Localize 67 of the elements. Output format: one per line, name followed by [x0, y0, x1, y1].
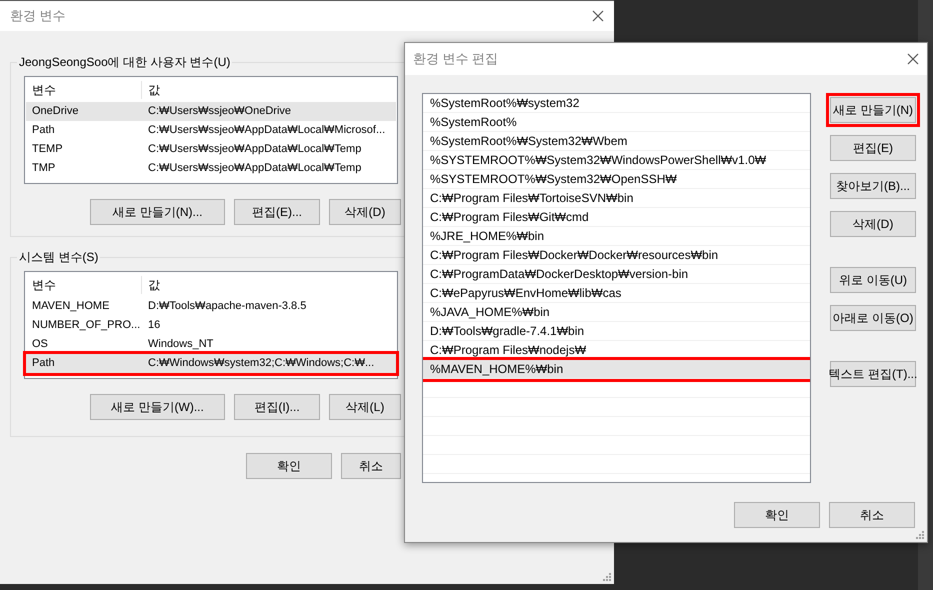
table-row[interactable]: NUMBER_OF_PRO... 16: [26, 316, 396, 335]
dialog-button[interactable]: 새로 만들기(N): [830, 97, 916, 123]
dialog-button[interactable]: 아래로 이동(O): [830, 305, 916, 331]
table-cell-text: TEMP: [31, 142, 64, 158]
close-icon[interactable]: [592, 10, 604, 22]
list-item[interactable]: %JRE_HOME%₩bin: [423, 227, 810, 246]
table-cell-text: MAVEN_HOME: [31, 299, 110, 314]
table-cell-text: TMP: [31, 161, 56, 176]
table-cell-text: D:₩Tools₩apache-maven-3.8.5: [147, 299, 306, 314]
list-item[interactable]: %SystemRoot%₩system32: [423, 94, 810, 113]
dialog-button[interactable]: 삭제(L): [329, 394, 401, 420]
table-cell-text: NUMBER_OF_PRO...: [31, 318, 142, 334]
column-header[interactable]: 변수: [26, 276, 142, 294]
dialog-title: 환경 변수 편집: [413, 50, 498, 68]
window-title: 환경 변수: [10, 7, 66, 26]
table-cell-text: 16: [147, 318, 160, 334]
dialog-button[interactable]: 삭제(D): [830, 211, 916, 237]
table-row[interactable]: TMP C:₩Users₩ssjeo₩AppData₩Local₩Temp: [26, 159, 396, 178]
dialog-button[interactable]: 취소: [341, 453, 401, 479]
list-item[interactable]: C:₩Program Files₩Git₩cmd: [423, 208, 810, 227]
dialog-button[interactable]: 확인: [246, 453, 332, 479]
dialog-button[interactable]: 텍스트 편집(T)...: [830, 361, 916, 387]
resize-grip-icon[interactable]: [602, 572, 612, 582]
list-item[interactable]: %SYSTEMROOT%₩System32₩OpenSSH₩: [423, 170, 810, 189]
list-item[interactable]: %JAVA_HOME%₩bin: [423, 303, 810, 322]
dialog-button[interactable]: 찾아보기(B)...: [830, 173, 916, 199]
table-cell-text: C:₩Users₩ssjeo₩OneDrive: [147, 104, 292, 120]
column-header[interactable]: 값: [142, 276, 160, 294]
dialog-button[interactable]: 편집(E)...: [234, 199, 320, 225]
group-label: 시스템 변수(S): [17, 249, 100, 265]
table-row[interactable]: Path C:₩Windows₩system32;C:₩Windows;C:₩...: [26, 354, 396, 373]
table-cell-text: C:₩Windows₩system32;C:₩Windows;C:₩...: [147, 356, 374, 372]
list-item[interactable]: D:₩Tools₩gradle-7.4.1₩bin: [423, 322, 810, 341]
dialog-button[interactable]: 새로 만들기(W)...: [90, 394, 225, 420]
list-item[interactable]: C:₩ProgramData₩DockerDesktop₩version-bin: [423, 265, 810, 284]
close-icon[interactable]: [907, 53, 919, 65]
list-item[interactable]: C:₩Program Files₩TortoiseSVN₩bin: [423, 189, 810, 208]
table-cell-text: OS: [31, 337, 49, 352]
list-item[interactable]: %MAVEN_HOME%₩bin: [423, 360, 810, 379]
dialog-button[interactable]: 편집(E): [830, 135, 916, 161]
table-cell-text: Path: [31, 123, 56, 138]
list-item[interactable]: C:₩ePapyrus₩EnvHome₩lib₩cas: [423, 284, 810, 303]
table-cell-text: OneDrive: [31, 104, 80, 120]
table-row[interactable]: OS Windows_NT: [26, 335, 396, 354]
table-row[interactable]: MAVEN_HOME D:₩Tools₩apache-maven-3.8.5: [26, 297, 396, 316]
list-item[interactable]: %SYSTEMROOT%₩System32₩WindowsPowerShell₩v1.0₩: [423, 151, 810, 170]
list-item[interactable]: C:₩Program Files₩Docker₩Docker₩resources₩bin: [423, 246, 810, 265]
dialog-button[interactable]: 취소: [829, 502, 915, 528]
dialog-button[interactable]: 확인: [734, 502, 820, 528]
table-cell-text: Path: [31, 356, 56, 372]
column-header[interactable]: 값: [142, 81, 160, 99]
table-row[interactable]: OneDrive C:₩Users₩ssjeo₩OneDrive: [26, 102, 396, 121]
table-row[interactable]: TEMP C:₩Users₩ssjeo₩AppData₩Local₩Temp: [26, 140, 396, 159]
dialog-button[interactable]: 삭제(D): [329, 199, 401, 225]
list-item[interactable]: %SystemRoot%₩System32₩Wbem: [423, 132, 810, 151]
table-cell-text: Windows_NT: [147, 337, 214, 352]
table-cell-text: C:₩Users₩ssjeo₩AppData₩Local₩Temp: [147, 161, 362, 176]
column-header[interactable]: 변수: [26, 81, 142, 99]
list-item[interactable]: %SystemRoot%: [423, 113, 810, 132]
table-cell-text: C:₩Users₩ssjeo₩AppData₩Local₩Microsof...: [147, 123, 386, 138]
dialog-button[interactable]: 편집(I)...: [234, 394, 320, 420]
dialog-button[interactable]: 새로 만들기(N)...: [90, 199, 225, 225]
dialog-button[interactable]: 위로 이동(U): [830, 267, 916, 293]
table-cell-text: C:₩Users₩ssjeo₩AppData₩Local₩Temp: [147, 142, 362, 158]
group-label: JeongSeongSoo에 대한 사용자 변수(U): [17, 54, 232, 70]
resize-grip-icon[interactable]: [915, 530, 925, 540]
table-row[interactable]: Path C:₩Users₩ssjeo₩AppData₩Local₩Microsof...: [26, 121, 396, 140]
